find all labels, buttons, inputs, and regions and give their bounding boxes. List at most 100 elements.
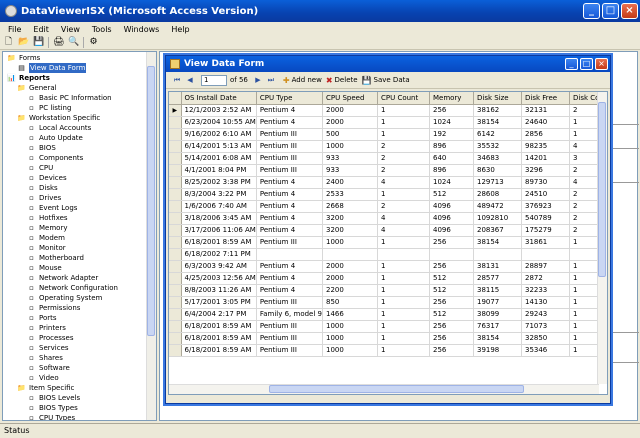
tree-item[interactable]: ▫ PC listing (27, 103, 71, 113)
grid-vertical-scrollbar[interactable] (597, 92, 607, 384)
table-cell[interactable]: 9/16/2002 6:10 AM (181, 128, 257, 141)
table-cell[interactable]: 896 (429, 164, 474, 177)
table-cell[interactable]: 6/14/2001 5:13 AM (181, 140, 257, 153)
table-row[interactable]: 6/18/2001 8:59 AM Pentium III 1000 1 256 7631… (169, 320, 607, 333)
row-selector[interactable] (169, 224, 182, 237)
grid-vertical-thumb[interactable] (598, 102, 606, 277)
row-selector[interactable] (169, 212, 182, 225)
open-folder-icon[interactable]: 📂 (18, 37, 29, 48)
add-new-button[interactable]: ✚ Add new (283, 76, 322, 85)
table-cell[interactable]: 32233 (521, 284, 570, 297)
tree-item[interactable]: ▫ Video (27, 373, 59, 383)
tree-scrollbar[interactable] (146, 52, 156, 420)
table-row[interactable]: 9/16/2002 6:10 AM Pentium III 500 1 192 6142 2… (169, 128, 607, 141)
table-cell[interactable]: 38154 (473, 236, 522, 249)
row-selector[interactable] (169, 284, 182, 297)
tree-item[interactable]: ▫ BIOS Levels (27, 393, 80, 403)
table-row[interactable]: 1/6/2006 7:40 AM Pentium 4 2668 2 4096 489472… (169, 200, 607, 213)
table-cell[interactable]: 5/14/2001 6:08 AM (181, 152, 257, 165)
previous-record-icon[interactable]: ◀ (185, 76, 195, 84)
tree-item[interactable]: ▫ Devices (27, 173, 66, 183)
table-cell[interactable]: 6/18/2002 7:11 PM (181, 248, 257, 261)
table-cell[interactable]: 1000 (322, 344, 378, 357)
table-cell[interactable]: Pentium III (256, 296, 323, 309)
tree-item[interactable]: ▫ CPU Types (27, 413, 75, 420)
tree-item[interactable]: ▫ CPU (27, 163, 53, 173)
table-cell[interactable]: 98235 (521, 140, 570, 153)
table-cell[interactable]: 3/18/2006 3:45 AM (181, 212, 257, 225)
table-cell[interactable]: 38154 (473, 116, 522, 129)
column-header[interactable]: Disk Free (521, 92, 570, 105)
table-row[interactable]: 8/8/2003 11:26 AM Pentium 4 2200 1 512 38115 3… (169, 284, 607, 297)
table-cell[interactable]: 256 (429, 332, 474, 345)
table-cell[interactable]: 24640 (521, 116, 570, 129)
grid-horizontal-thumb[interactable] (269, 385, 524, 393)
table-cell[interactable]: Pentium III (256, 164, 323, 177)
tree-item[interactable]: ▫ Modem (27, 233, 65, 243)
table-cell[interactable]: Pentium 4 (256, 200, 323, 213)
table-cell[interactable]: 256 (429, 104, 474, 117)
table-row[interactable]: 4/25/2003 12:56 AM Pentium 4 2000 1 512 28577… (169, 272, 607, 285)
tree-item[interactable]: ▫ Disks (27, 183, 58, 193)
menu-edit[interactable]: Edit (33, 25, 49, 34)
row-selector[interactable] (169, 164, 182, 177)
tree-item[interactable]: 📊 Reports (7, 73, 50, 83)
table-cell[interactable] (322, 248, 378, 261)
table-cell[interactable]: Pentium 4 (256, 104, 323, 117)
tree-item[interactable]: ▫ Network Configuration (27, 283, 118, 293)
table-cell[interactable]: 3200 (322, 224, 378, 237)
table-cell[interactable]: 1 (377, 104, 430, 117)
table-cell[interactable]: 1 (377, 320, 430, 333)
tree-item[interactable]: ▫ Auto Update (27, 133, 83, 143)
table-cell[interactable]: 1 (377, 128, 430, 141)
menu-view[interactable]: View (61, 25, 80, 34)
table-cell[interactable]: 2 (377, 200, 430, 213)
table-cell[interactable]: 489472 (473, 200, 522, 213)
row-selector[interactable] (169, 272, 182, 285)
table-cell[interactable] (429, 248, 474, 261)
table-cell[interactable]: 2 (377, 164, 430, 177)
table-cell[interactable]: 4096 (429, 212, 474, 225)
table-cell[interactable]: 512 (429, 188, 474, 201)
table-cell[interactable]: Pentium 4 (256, 116, 323, 129)
new-icon[interactable]: 🗋 (3, 37, 14, 48)
tree-scroll-thumb[interactable] (147, 66, 155, 336)
column-header[interactable]: Memory (429, 92, 474, 105)
tree-item[interactable]: ▫ Local Accounts (27, 123, 91, 133)
row-selector[interactable]: ▶ (169, 104, 182, 117)
row-selector[interactable] (169, 260, 182, 273)
table-cell[interactable]: 32131 (521, 104, 570, 117)
table-cell[interactable]: 256 (429, 236, 474, 249)
tree-item[interactable]: ▤ View Data Form (17, 63, 87, 73)
table-cell[interactable]: 2668 (322, 200, 378, 213)
table-cell[interactable]: 8/3/2004 3:22 PM (181, 188, 257, 201)
tree-item[interactable]: 📁 Workstation Specific (17, 113, 100, 123)
minimize-button[interactable]: _ (583, 3, 600, 19)
table-cell[interactable]: 1 (377, 116, 430, 129)
table-cell[interactable]: 129713 (473, 176, 522, 189)
tree-item[interactable]: ▫ Event Logs (27, 203, 77, 213)
row-selector[interactable] (169, 200, 182, 213)
table-cell[interactable]: Pentium 4 (256, 212, 323, 225)
tree-item[interactable]: ▫ Operating System (27, 293, 102, 303)
table-cell[interactable]: 8630 (473, 164, 522, 177)
table-cell[interactable]: 208367 (473, 224, 522, 237)
table-cell[interactable]: 14201 (521, 152, 570, 165)
tree-item[interactable]: ▫ BIOS Types (27, 403, 78, 413)
table-cell[interactable]: 500 (322, 128, 378, 141)
next-record-icon[interactable]: ▶ (253, 76, 263, 84)
table-cell[interactable]: 2400 (322, 176, 378, 189)
menu-file[interactable]: File (8, 25, 21, 34)
table-cell[interactable]: 6142 (473, 128, 522, 141)
table-cell[interactable]: 2 (377, 152, 430, 165)
table-cell[interactable] (377, 248, 430, 261)
table-row[interactable]: 6/18/2001 8:59 AM Pentium III 1000 1 256 3815… (169, 332, 607, 345)
row-selector[interactable] (169, 308, 182, 321)
data-grid[interactable]: OS Install Date CPU Type CPU Speed CPU Coun… (168, 91, 608, 395)
tree-item[interactable]: ▫ Services (27, 343, 68, 353)
table-cell[interactable]: 38162 (473, 104, 522, 117)
row-selector[interactable] (169, 176, 182, 189)
table-cell[interactable]: 3296 (521, 164, 570, 177)
table-cell[interactable]: Pentium III (256, 140, 323, 153)
table-cell[interactable]: 28897 (521, 260, 570, 273)
